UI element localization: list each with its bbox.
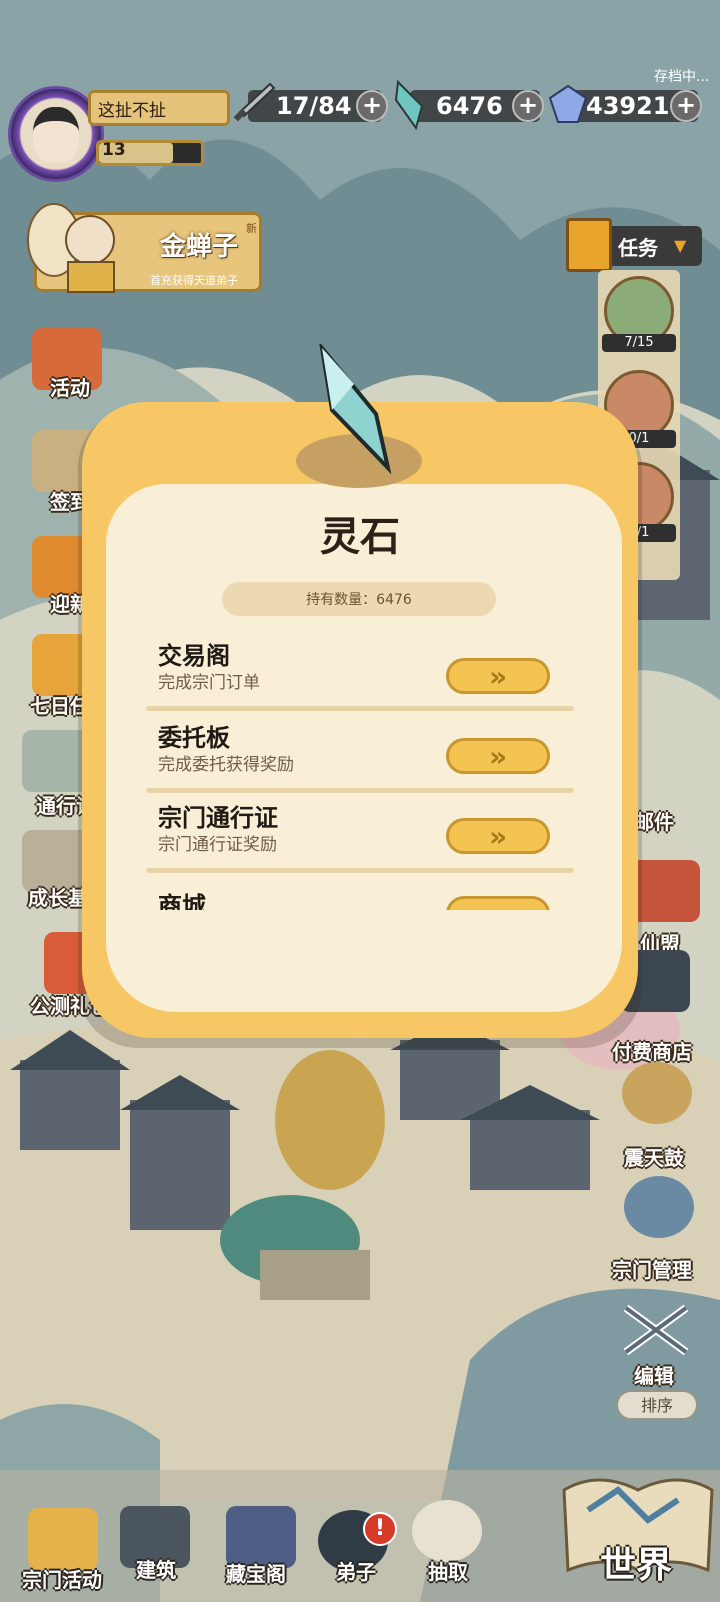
stamina-value: 17/84 xyxy=(276,92,352,120)
nav-treasure-hall[interactable]: 藏宝阁 xyxy=(226,1558,286,1587)
task-label: 任务 xyxy=(618,236,658,260)
goto-trade-hall-button[interactable]: » xyxy=(446,658,550,694)
gem-icon xyxy=(548,84,588,123)
cultivator-portrait-icon xyxy=(33,107,79,163)
spirit-stone-icon xyxy=(394,80,424,130)
goto-mall-button[interactable]: » xyxy=(446,896,550,910)
nav-disciple[interactable]: 弟子 xyxy=(336,1556,376,1585)
holding-count: 持有数量：6476 xyxy=(306,592,412,608)
menu-activity[interactable]: 活动 xyxy=(50,372,90,401)
source-mall-title: 商城 xyxy=(158,892,206,910)
task-count-1: 7/15 xyxy=(602,334,676,352)
source-trade-hall-subtitle: 完成宗门订单 xyxy=(158,673,260,693)
bird-icon[interactable] xyxy=(412,1500,482,1562)
monk-portrait-icon xyxy=(27,203,115,293)
row-divider xyxy=(146,788,574,793)
gem-plus-button[interactable]: + xyxy=(670,90,702,122)
source-commission-board-subtitle: 完成委托获得奖励 xyxy=(158,755,294,775)
gem-value: 43921 xyxy=(586,92,670,120)
row-divider xyxy=(146,706,574,711)
sect-manager-icon[interactable] xyxy=(624,1176,694,1238)
sort-label: 排序 xyxy=(640,1396,673,1415)
goto-sect-pass-button[interactable]: » xyxy=(446,818,550,854)
row-divider xyxy=(146,868,574,873)
banner-title: 金蝉子 xyxy=(160,232,239,262)
source-trade-hall-title: 交易阁 xyxy=(158,642,230,670)
menu-sect-management[interactable]: 宗门管理 xyxy=(612,1254,692,1283)
modal-title: 灵石 xyxy=(320,514,400,560)
nav-building[interactable]: 建筑 xyxy=(136,1554,176,1583)
menu-edit[interactable]: 编辑 xyxy=(634,1360,674,1389)
source-sect-pass-subtitle: 宗门通行证奖励 xyxy=(158,835,277,855)
menu-paid-shop[interactable]: 付费商店 xyxy=(612,1036,692,1065)
edit-arrows-icon[interactable] xyxy=(618,1300,694,1360)
task-book-icon xyxy=(566,218,612,272)
menu-drum[interactable]: 震天鼓 xyxy=(624,1142,684,1171)
spirit-stone-crystal-icon xyxy=(319,344,392,474)
sword-stamina-icon xyxy=(233,82,276,122)
banner-subtitle: 首充获得天道弟子 xyxy=(150,274,238,287)
row-clip: 商城 » xyxy=(140,882,580,910)
nav-sect-activity[interactable]: 宗门活动 xyxy=(22,1564,102,1593)
drum-icon[interactable] xyxy=(622,1062,692,1124)
saving-status: 存档中... xyxy=(654,69,710,85)
stamina-plus-button[interactable]: + xyxy=(356,90,388,122)
source-sect-pass-title: 宗门通行证 xyxy=(158,804,278,832)
chevron-down-icon: ▼ xyxy=(674,236,687,255)
disciple-alert-badge: ! xyxy=(363,1512,397,1546)
spirit-stone-value: 6476 xyxy=(436,92,503,120)
world-button-label[interactable]: 世界 xyxy=(600,1536,672,1588)
goto-commission-board-button[interactable]: » xyxy=(446,738,550,774)
sort-button[interactable]: 排序 xyxy=(616,1390,698,1420)
player-level: 13 xyxy=(102,140,126,160)
nav-draw[interactable]: 抽取 xyxy=(428,1556,468,1585)
player-name: 这扯不扯 xyxy=(98,101,166,121)
pagoda-icon[interactable] xyxy=(28,1508,98,1570)
banner-new-tag: 新 xyxy=(246,222,257,235)
source-commission-board-title: 委托板 xyxy=(158,724,230,752)
spirit-stone-plus-button[interactable]: + xyxy=(512,90,544,122)
